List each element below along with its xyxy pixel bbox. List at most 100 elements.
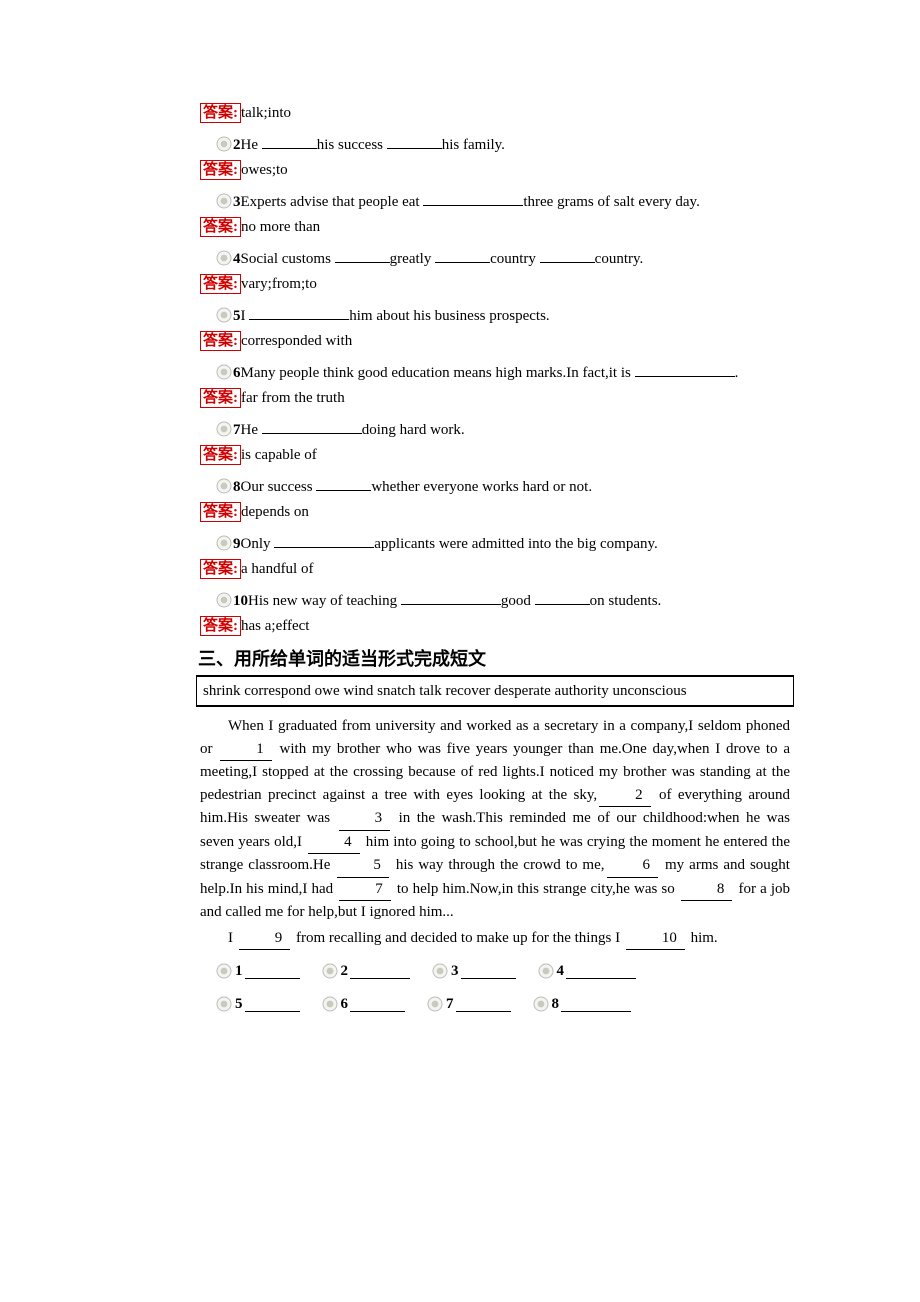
- question-number: 6: [233, 365, 241, 381]
- q4-t1: Social customs: [241, 251, 335, 267]
- q6-t2: .: [735, 365, 739, 381]
- question-3: 3Experts advise that people eat three gr…: [200, 190, 790, 214]
- q5-t2: him about his business prospects.: [349, 308, 549, 324]
- answer-4: 答案:vary;from;to: [200, 273, 790, 296]
- bullet-icon: [216, 364, 232, 380]
- answer-text-6: far from the truth: [241, 390, 345, 406]
- gap-1: 1: [220, 738, 272, 762]
- blank: [423, 190, 523, 206]
- answer-9: 答案:a handful of: [200, 558, 790, 581]
- blank: [401, 589, 501, 605]
- answer-2: 答案:owes;to: [200, 159, 790, 182]
- q10-t3: on students.: [590, 593, 662, 609]
- blank: [535, 589, 590, 605]
- bullet-icon: [533, 996, 549, 1012]
- p-s2a: I: [228, 930, 237, 946]
- gap-8: 8: [681, 878, 733, 902]
- question-number: 3: [233, 194, 241, 210]
- question-2: 2He his success his family.: [200, 133, 790, 157]
- gap-7: 7: [339, 878, 391, 902]
- q4-t4: country.: [595, 251, 644, 267]
- blank: [335, 247, 390, 263]
- answer-1: 答案:talk;into: [200, 102, 790, 125]
- answer-7: 答案:is capable of: [200, 444, 790, 467]
- blank: [316, 475, 371, 491]
- q7-t2: doing hard work.: [362, 422, 465, 438]
- passage: When I graduated from university and wor…: [200, 715, 790, 950]
- answer-label: 答案:: [200, 388, 241, 408]
- p-s1h: to help him.Now,in this strange city,he …: [393, 881, 679, 897]
- question-number: 9: [233, 536, 241, 552]
- blank: [435, 247, 490, 263]
- question-7: 7He doing hard work.: [200, 418, 790, 442]
- q9-t2: applicants were admitted into the big co…: [374, 536, 658, 552]
- bullet-icon: [216, 535, 232, 551]
- q2-t2: his success: [317, 137, 387, 153]
- answer-3: 答案:no more than: [200, 216, 790, 239]
- blank: [262, 133, 317, 149]
- q4-t2: greatly: [390, 251, 435, 267]
- bullet-icon: [538, 963, 554, 979]
- fill-num-6: 6: [341, 993, 349, 1016]
- question-number: 8: [233, 479, 241, 495]
- blank: [540, 247, 595, 263]
- blank-fill: [456, 996, 511, 1012]
- question-number: 2: [233, 137, 241, 153]
- answer-text-1: talk;into: [241, 105, 291, 121]
- q3-t2: three grams of salt every day.: [523, 194, 699, 210]
- q8-t1: Our success: [241, 479, 317, 495]
- fill-num-8: 8: [552, 993, 560, 1016]
- p-s1f: his way through the crowd to me,: [391, 857, 605, 873]
- question-number: 10: [233, 593, 248, 609]
- bullet-icon: [216, 963, 232, 979]
- answer-5: 答案:corresponded with: [200, 330, 790, 353]
- fill-row-1: 1 2 3 4: [200, 960, 790, 983]
- answer-label: 答案:: [200, 274, 241, 294]
- question-4: 4Social customs greatly country country.: [200, 247, 790, 271]
- question-10: 10His new way of teaching good on studen…: [200, 589, 790, 613]
- answer-text-3: no more than: [241, 219, 320, 235]
- fill-num-3: 3: [451, 960, 459, 983]
- blank-fill: [461, 963, 516, 979]
- answer-text-8: depends on: [241, 504, 309, 520]
- question-number: 5: [233, 308, 241, 324]
- blank: [387, 133, 442, 149]
- bullet-icon: [322, 996, 338, 1012]
- bullet-icon: [216, 250, 232, 266]
- question-8: 8Our success whether everyone works hard…: [200, 475, 790, 499]
- blank-fill: [566, 963, 636, 979]
- bullet-icon: [216, 421, 232, 437]
- gap-4: 4: [308, 831, 360, 855]
- answer-10: 答案:has a;effect: [200, 615, 790, 638]
- answer-label: 答案:: [200, 445, 241, 465]
- blank-fill: [350, 963, 410, 979]
- answer-text-2: owes;to: [241, 162, 288, 178]
- q8-t2: whether everyone works hard or not.: [371, 479, 592, 495]
- question-number: 7: [233, 422, 241, 438]
- q3-t1: Experts advise that people eat: [241, 194, 424, 210]
- q10-t2: good: [501, 593, 535, 609]
- q9-t1: Only: [241, 536, 275, 552]
- bullet-icon: [216, 136, 232, 152]
- fill-num-7: 7: [446, 993, 454, 1016]
- blank: [635, 361, 735, 377]
- answer-text-5: corresponded with: [241, 333, 352, 349]
- blank-fill: [350, 996, 405, 1012]
- answer-text-4: vary;from;to: [241, 276, 317, 292]
- answer-label: 答案:: [200, 502, 241, 522]
- question-5: 5I him about his business prospects.: [200, 304, 790, 328]
- gap-10: 10: [626, 927, 685, 951]
- bullet-icon: [432, 963, 448, 979]
- q2-t3: his family.: [442, 137, 505, 153]
- bullet-icon: [427, 996, 443, 1012]
- gap-6: 6: [607, 854, 659, 878]
- answer-label: 答案:: [200, 559, 241, 579]
- q4-t3: country: [490, 251, 540, 267]
- q7-t1: He: [241, 422, 262, 438]
- bullet-icon: [216, 307, 232, 323]
- blank: [262, 418, 362, 434]
- answer-label: 答案:: [200, 160, 241, 180]
- question-6: 6Many people think good education means …: [200, 361, 790, 385]
- blank-fill: [245, 963, 300, 979]
- answer-label: 答案:: [200, 331, 241, 351]
